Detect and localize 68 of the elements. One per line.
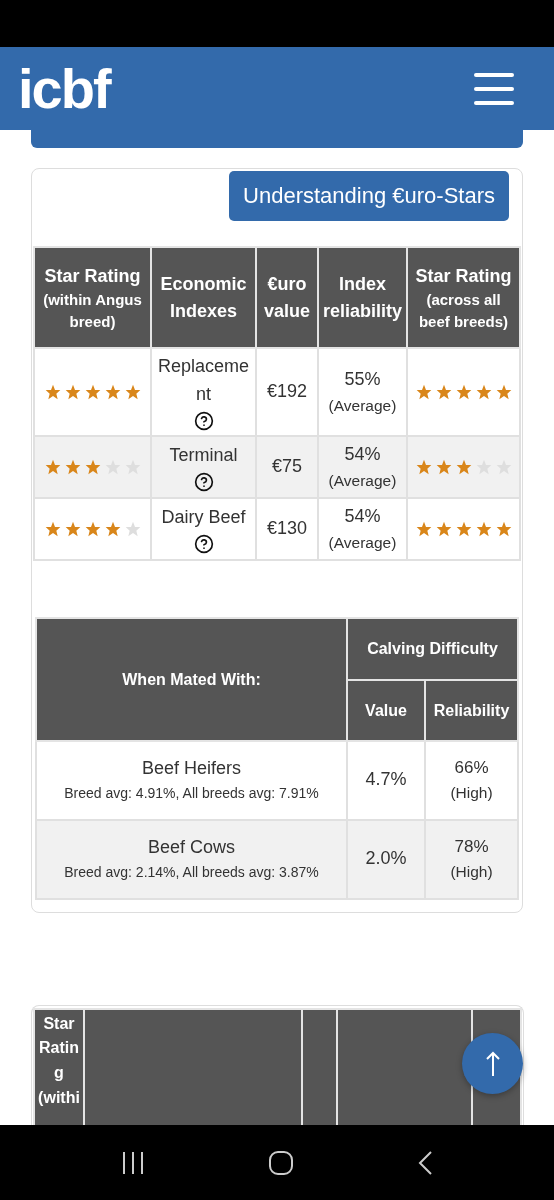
filled-star-icon	[455, 520, 472, 537]
reliability-label: (High)	[449, 862, 494, 883]
reliability-value: 78%	[453, 835, 490, 858]
filled-star-icon	[44, 520, 61, 537]
filled-star-icon	[104, 384, 121, 401]
help-icon[interactable]	[193, 533, 214, 554]
filled-star-icon	[455, 459, 472, 476]
understanding-button[interactable]: Understanding €uro-Stars	[229, 171, 509, 221]
filled-star-icon	[415, 459, 432, 476]
column-header: €uro value	[256, 247, 318, 348]
empty-star-icon	[124, 520, 141, 537]
reliability-value: 54%	[343, 442, 382, 466]
breed-averages: Breed avg: 2.14%, All breeds avg: 3.87%	[63, 863, 320, 883]
mated-with-name: Beef Heifers	[140, 757, 242, 781]
filled-star-icon	[64, 459, 81, 476]
column-header: Value	[347, 679, 425, 741]
column-header: Star Rating (withi	[34, 1008, 84, 1125]
reliability-label: (Average)	[327, 532, 398, 553]
filled-star-icon	[455, 384, 472, 401]
filled-star-icon	[495, 520, 512, 537]
calving-value: 2.0%	[347, 819, 425, 899]
filled-star-icon	[415, 384, 432, 401]
filled-star-icon	[104, 520, 121, 537]
home-icon[interactable]	[268, 1149, 294, 1176]
filled-star-icon	[124, 384, 141, 401]
filled-star-icon	[44, 459, 61, 476]
column-header: Star Rating (across all beef breeds)	[407, 247, 520, 348]
filled-star-icon	[435, 384, 452, 401]
breed-averages: Breed avg: 4.91%, All breeds avg: 7.91%	[63, 784, 320, 804]
filled-star-icon	[84, 384, 101, 401]
back-icon[interactable]	[416, 1149, 433, 1176]
column-header: Calving Difficulty	[347, 617, 518, 680]
column-header: Index reliability	[318, 247, 407, 348]
filled-star-icon	[435, 520, 452, 537]
filled-star-icon	[495, 384, 512, 401]
filled-star-icon	[64, 520, 81, 537]
filled-star-icon	[64, 384, 81, 401]
index-name: Terminal	[168, 443, 239, 467]
help-icon[interactable]	[193, 410, 214, 431]
euro-value: €75	[256, 435, 318, 498]
column-header: Star Rating (within Angus breed)	[34, 247, 151, 348]
help-icon[interactable]	[193, 471, 214, 492]
filled-star-icon	[475, 384, 492, 401]
euro-value: €130	[256, 497, 318, 560]
reliability-value: 66%	[453, 756, 490, 779]
mated-with-name: Beef Cows	[146, 836, 236, 860]
column-header: When Mated With:	[36, 617, 347, 741]
reliability-label: (Average)	[327, 470, 398, 491]
menu-button[interactable]	[474, 72, 514, 105]
filled-star-icon	[415, 520, 432, 537]
column-header: Reliability	[425, 679, 518, 741]
reliability-label: (High)	[449, 783, 494, 804]
filled-star-icon	[44, 384, 61, 401]
recent-apps-icon[interactable]	[121, 1150, 146, 1175]
filled-star-icon	[84, 520, 101, 537]
reliability-label: (Average)	[327, 395, 398, 416]
calving-value: 4.7%	[347, 740, 425, 820]
index-name: Dairy Beef	[160, 505, 247, 529]
filled-star-icon	[84, 459, 101, 476]
filled-star-icon	[435, 459, 452, 476]
filled-star-icon	[475, 520, 492, 537]
reliability-value: 54%	[343, 504, 382, 528]
reliability-value: 55%	[343, 367, 382, 391]
arrow-up-icon	[485, 1050, 500, 1077]
index-name: Replacement	[156, 355, 250, 406]
column-header: Economic Indexes	[151, 247, 256, 348]
logo[interactable]: icbf	[18, 60, 110, 117]
euro-value: €192	[256, 348, 318, 436]
